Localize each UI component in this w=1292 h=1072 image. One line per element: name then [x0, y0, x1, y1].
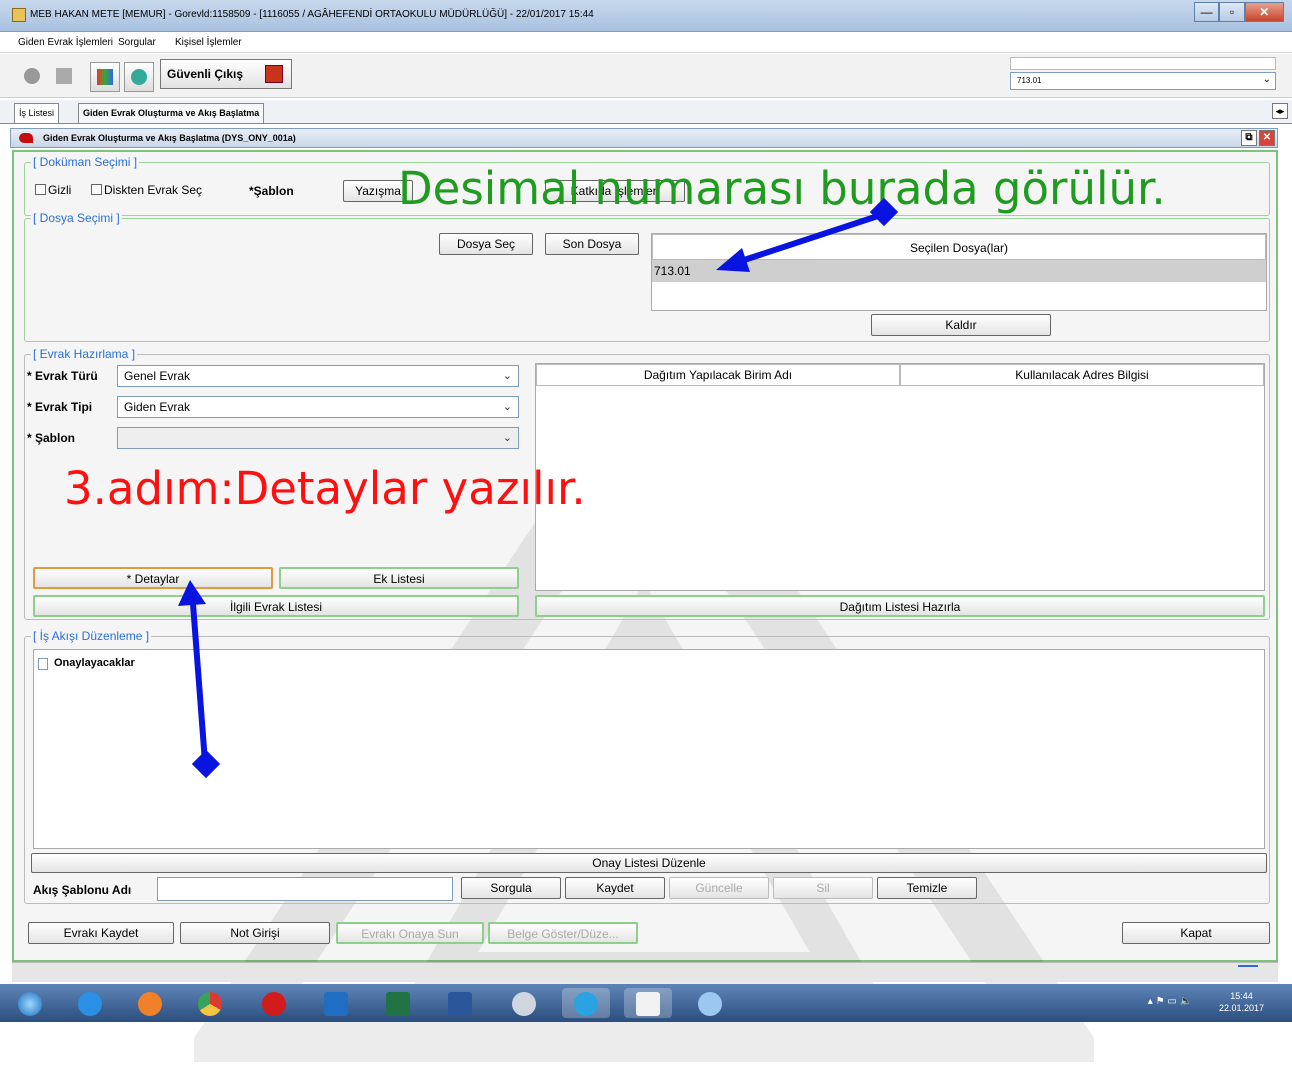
annotation-arrows [178, 197, 899, 779]
word-icon[interactable] [436, 988, 484, 1018]
clock-date: 22.01.2017 [1218, 1003, 1264, 1013]
snipping-tool-icon[interactable] [500, 988, 548, 1018]
java-icon[interactable] [624, 988, 672, 1018]
telegram-icon[interactable] [562, 988, 610, 1018]
resize-icon [1238, 965, 1258, 977]
opera-icon[interactable] [250, 988, 298, 1018]
paint-icon[interactable] [686, 988, 734, 1018]
outlook-icon[interactable] [312, 988, 360, 1018]
clock[interactable]: 15:44 22.01.2017 [1219, 990, 1264, 1014]
arrow-to-selected-file [716, 197, 899, 272]
clock-time: 15:44 [1230, 991, 1253, 1001]
firefox-icon[interactable] [126, 988, 174, 1018]
chrome-icon[interactable] [186, 988, 234, 1018]
excel-icon[interactable] [374, 988, 422, 1018]
system-tray[interactable]: ▴ ⚑ ▭ 🔈 [1148, 996, 1192, 1007]
ie-icon[interactable] [66, 988, 114, 1018]
arrow-to-detaylar [178, 580, 221, 779]
start-button[interactable] [6, 988, 54, 1018]
taskbar: ▴ ⚑ ▭ 🔈 15:44 22.01.2017 [0, 984, 1292, 1022]
status-bar [12, 962, 1278, 982]
